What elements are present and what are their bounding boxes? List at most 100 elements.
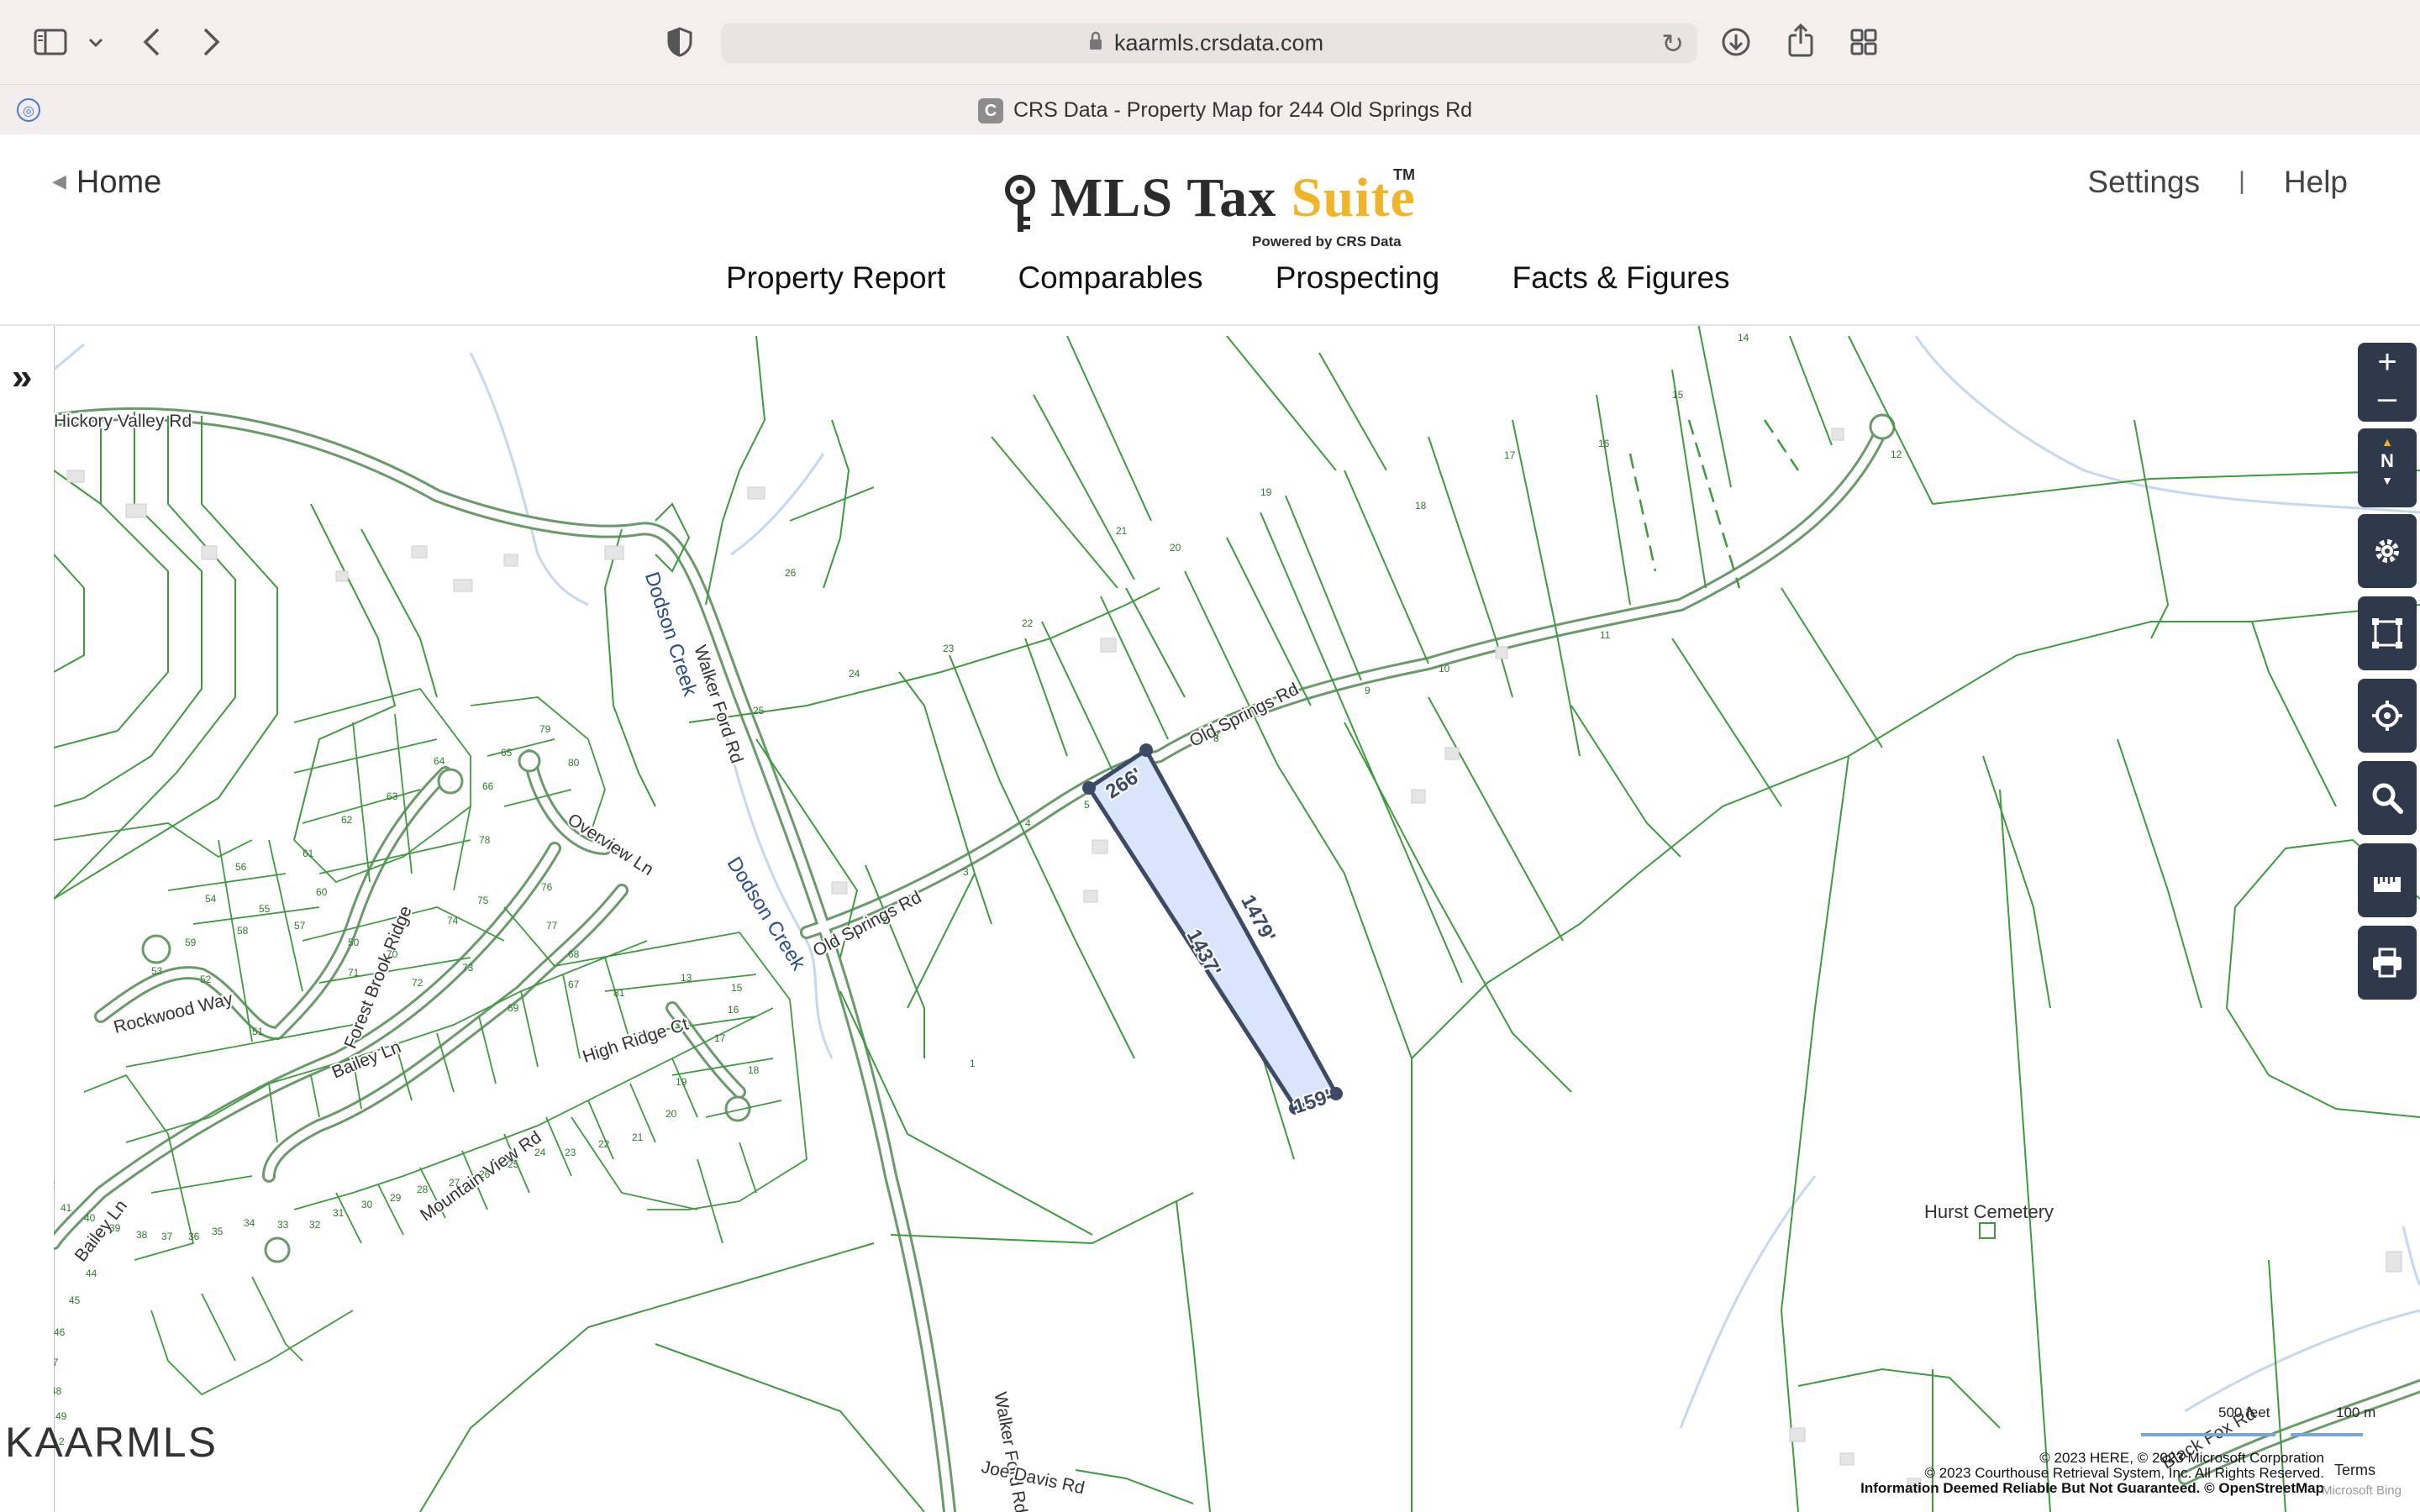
search-icon (2372, 783, 2403, 814)
lot-number-label: 27 (449, 1177, 460, 1189)
lot-number-label: 53 (151, 965, 163, 977)
scale-m-label: 100 m (2336, 1404, 2376, 1420)
lot-number-label: 52 (200, 974, 212, 985)
lot-number-label: 7 (1214, 730, 1220, 742)
selected-parcel[interactable] (1082, 743, 1343, 1115)
lot-number-label: 79 (539, 723, 551, 735)
compass-down-icon: ▼ (2381, 474, 2393, 487)
url-text[interactable]: kaarmls.crsdata.com (1114, 30, 1323, 56)
help-link[interactable]: Help (2284, 165, 2348, 199)
print-icon (2373, 948, 2402, 978)
lot-number-label: 35 (212, 1226, 224, 1237)
lot-number-label: 61 (302, 848, 314, 859)
lot-number-label: 47 (54, 1357, 59, 1368)
forward-icon[interactable] (202, 27, 222, 57)
lot-number-label: 50 (348, 937, 360, 948)
lot-number-label: 70 (387, 948, 398, 960)
search-button[interactable] (2358, 761, 2417, 835)
map-sidebar-toggle[interactable]: » (0, 326, 55, 1512)
address-bar[interactable]: kaarmls.crsdata.com ↻ (721, 23, 1697, 63)
sidebar-toggle-icon[interactable] (34, 29, 67, 55)
compass-control[interactable]: ▲ N ▼ (2358, 428, 2417, 507)
lot-number-label: 16 (1598, 438, 1610, 449)
parcel-map-canvas[interactable]: 266' 1479' 1437' 159' Hickory Valley Rd … (54, 326, 2420, 1512)
lot-number-label: 26 (479, 1168, 491, 1180)
lot-number-label: 65 (501, 747, 513, 759)
pinned-tab-icon[interactable]: ◎ (17, 98, 40, 122)
logo-tm: TM (1393, 166, 1415, 183)
lot-number-label: 29 (390, 1192, 402, 1204)
select-area-icon (2372, 618, 2402, 648)
tab-title[interactable]: CRS Data - Property Map for 244 Old Spri… (1013, 98, 1472, 123)
lot-number-label: 2 (882, 915, 888, 927)
creek-label: Dodson Creek (723, 853, 811, 974)
caret-left-icon: ◀ (52, 171, 66, 192)
bing-logo: Microsoft Bing (2321, 1483, 2402, 1498)
logo-powered-by: Powered by CRS Data (1252, 234, 1402, 249)
zoom-control: + – (2358, 343, 2417, 422)
locate-button[interactable] (2358, 679, 2417, 753)
lot-number-label: 34 (244, 1217, 255, 1229)
lot-number-label: 14 (1738, 332, 1749, 344)
cul-de-sacs (141, 413, 1896, 1263)
lot-number-label: 20 (666, 1108, 677, 1120)
lot-number-label: 75 (477, 895, 489, 906)
map-settings-button[interactable] (2358, 514, 2417, 588)
nav-facts-figures[interactable]: Facts & Figures (1512, 260, 1729, 295)
lot-number-label: 28 (417, 1184, 429, 1195)
lot-number-label: 42 (54, 1179, 55, 1190)
road-label: Walker Ford Rd (991, 1390, 1031, 1512)
road-label: Old Springs Rd (1186, 680, 1302, 751)
map-attribution-2: © 2023 Courthouse Retrieval System, Inc.… (1924, 1465, 2324, 1481)
lot-number-label: 17 (1504, 449, 1516, 461)
lot-number-label: 21 (1116, 525, 1128, 537)
reload-icon[interactable]: ↻ (1661, 28, 1684, 60)
lot-number-label: 62 (341, 814, 353, 826)
lot-number-label: 36 (188, 1231, 200, 1242)
property-map[interactable]: » 266' 1479' 1437' 159' Hickory Valley R… (0, 326, 2420, 1512)
nav-comparables[interactable]: Comparables (1018, 260, 1202, 295)
zoom-out-button[interactable]: – (2358, 381, 2417, 415)
measure-button[interactable] (2358, 843, 2417, 917)
logo-mls: MLS Tax (1050, 167, 1292, 228)
lot-number-label: 24 (849, 668, 860, 680)
lot-number-label: 78 (479, 834, 491, 846)
main-nav: Property Report Comparables Prospecting … (726, 260, 1794, 296)
compass-up-icon: ▲ (2381, 435, 2393, 449)
gear-icon (2375, 539, 2399, 563)
nav-prospecting[interactable]: Prospecting (1276, 260, 1439, 295)
print-button[interactable] (2358, 926, 2417, 1000)
select-area-button[interactable] (2358, 596, 2417, 670)
mls-tax-suite-logo[interactable]: MLS Tax Suite TM Powered by CRS Data (1002, 158, 1439, 250)
settings-link[interactable]: Settings (2087, 165, 2200, 199)
share-icon[interactable] (1786, 24, 1815, 57)
tab-bar: ◎ C CRS Data - Property Map for 244 Old … (0, 84, 2420, 136)
lot-number-label: 12 (1891, 449, 1902, 460)
lot-number-label: 48 (54, 1385, 62, 1397)
terms-link[interactable]: Terms (2334, 1462, 2375, 1479)
lot-number-label: 23 (565, 1147, 576, 1158)
lot-number-label: 20 (1170, 542, 1181, 554)
lot-number-label: 38 (136, 1229, 148, 1241)
landmark-label: Hurst Cemetery (1924, 1201, 2054, 1222)
lot-number-label: 13 (681, 972, 692, 984)
zoom-in-button[interactable]: + (2358, 343, 2417, 381)
nav-property-report[interactable]: Property Report (726, 260, 945, 295)
lot-number-label: 26 (785, 567, 797, 579)
lot-number-label: 55 (259, 903, 271, 915)
double-chevron-right-icon[interactable]: » (12, 356, 32, 398)
lot-number-label: 3 (963, 866, 969, 878)
home-link[interactable]: ◀ Home (52, 165, 161, 201)
download-icon[interactable] (1721, 27, 1751, 57)
back-icon[interactable] (141, 27, 161, 57)
kaarmls-watermark: KAARMLS (5, 1419, 218, 1466)
lot-number-label: 30 (361, 1199, 373, 1210)
lock-icon (1090, 31, 1102, 50)
privacy-shield-icon[interactable] (667, 27, 692, 57)
compass-label: N (2381, 450, 2394, 471)
chevron-down-icon[interactable] (87, 37, 104, 49)
tab-overview-icon[interactable] (1850, 29, 1877, 55)
lot-number-label: 15 (731, 982, 743, 994)
lot-number-label: 11 (1600, 629, 1611, 641)
lot-number-label: 32 (309, 1219, 321, 1231)
